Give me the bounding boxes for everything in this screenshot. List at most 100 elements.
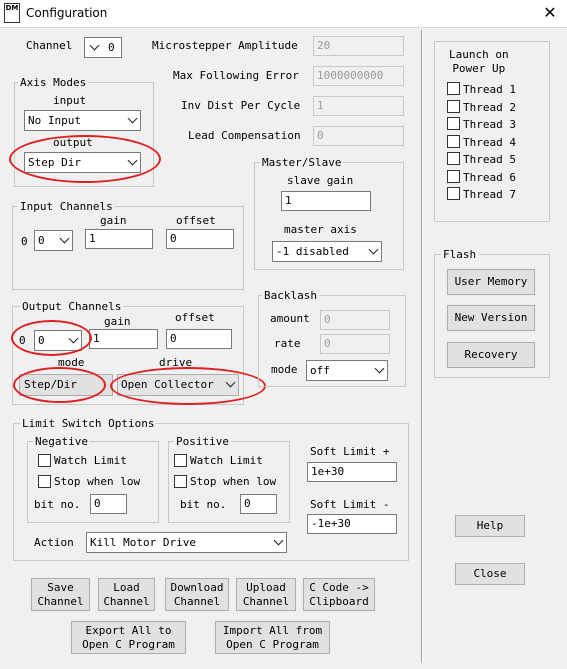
- new-version-button[interactable]: New Version: [447, 305, 535, 331]
- window-close-icon[interactable]: ✕: [536, 2, 564, 24]
- action-select[interactable]: Kill Motor Drive: [86, 532, 287, 553]
- master-slave-title: Master/Slave: [260, 156, 344, 169]
- download-channel-button[interactable]: Download Channel: [165, 578, 229, 611]
- output-gain-field[interactable]: 1: [89, 329, 158, 349]
- thread-7-checkbox[interactable]: [447, 187, 460, 200]
- user-memory-button[interactable]: User Memory: [447, 269, 535, 295]
- launch-on-power-up-title: Launch on Power Up: [447, 48, 511, 76]
- thread-1-checkbox[interactable]: [447, 82, 460, 95]
- positive-stop-when-low-label: Stop when low: [190, 475, 277, 488]
- backlash-amount-field[interactable]: 0: [320, 310, 390, 330]
- channel-value: 0: [108, 41, 115, 54]
- help-button[interactable]: Help: [455, 515, 525, 537]
- window-title: Configuration: [26, 6, 108, 20]
- positive-bit-no-label: bit no.: [180, 498, 227, 511]
- input-offset-field[interactable]: 0: [166, 229, 234, 249]
- c-code-clipboard-button[interactable]: C Code -> Clipboard: [303, 578, 375, 611]
- import-all-button[interactable]: Import All from Open C Program: [215, 621, 330, 654]
- negative-bit-no-field[interactable]: 0: [90, 494, 127, 514]
- output-offset-field[interactable]: 0: [166, 329, 232, 349]
- backlash-mode-label: mode: [271, 363, 298, 376]
- title-bar: DM Configuration ✕: [0, 0, 567, 28]
- lead-compensation-field[interactable]: 0: [313, 126, 404, 146]
- chevron-down-icon: [89, 40, 100, 51]
- soft-limit-minus-label: Soft Limit -: [310, 498, 390, 511]
- output-channel-select[interactable]: 0: [34, 330, 82, 351]
- output-row-label: 0: [19, 334, 26, 347]
- output-drive-select[interactable]: Open Collector: [117, 374, 239, 396]
- input-channels-title: Input Channels: [18, 200, 115, 213]
- negative-stop-when-low-checkbox[interactable]: [38, 475, 51, 488]
- thread-4-label: Thread 4: [463, 136, 516, 149]
- negative-bit-no-label: bit no.: [34, 498, 81, 511]
- chevron-down-icon: [225, 377, 236, 388]
- output-mode-button[interactable]: Step/Dir: [19, 374, 113, 396]
- backlash-mode-value: off: [310, 364, 330, 377]
- chevron-down-icon: [127, 155, 138, 166]
- thread-6-label: Thread 6: [463, 171, 516, 184]
- positive-stop-when-low-checkbox[interactable]: [174, 475, 187, 488]
- max-following-error-field[interactable]: 1000000000: [313, 66, 404, 86]
- backlash-title: Backlash: [262, 289, 319, 302]
- positive-bit-no-field[interactable]: 0: [240, 494, 277, 514]
- export-all-button[interactable]: Export All to Open C Program: [71, 621, 186, 654]
- channel-label: Channel: [26, 39, 73, 52]
- microstepper-amplitude-field[interactable]: 20: [313, 36, 404, 56]
- backlash-mode-select[interactable]: off: [306, 360, 388, 381]
- master-axis-label: master axis: [284, 223, 357, 236]
- slave-gain-label: slave gain: [287, 174, 354, 187]
- soft-limit-plus-label: Soft Limit +: [310, 445, 390, 458]
- master-axis-select[interactable]: -1 disabled: [272, 241, 382, 262]
- soft-limit-plus-field[interactable]: 1e+30: [307, 462, 397, 482]
- output-gain-label: gain: [104, 315, 131, 328]
- positive-watch-limit-checkbox[interactable]: [174, 454, 187, 467]
- axis-input-value: No Input: [28, 114, 81, 127]
- app-icon: DM: [4, 3, 20, 23]
- channel-select[interactable]: 0: [84, 37, 122, 58]
- close-button[interactable]: Close: [455, 563, 525, 585]
- thread-4-checkbox[interactable]: [447, 135, 460, 148]
- action-value: Kill Motor Drive: [90, 536, 196, 549]
- thread-3-label: Thread 3: [463, 118, 516, 131]
- backlash-rate-field[interactable]: 0: [320, 334, 390, 354]
- thread-3-checkbox[interactable]: [447, 117, 460, 130]
- upload-channel-button[interactable]: Upload Channel: [236, 578, 296, 611]
- positive-title: Positive: [174, 435, 231, 448]
- inv-dist-per-cycle-label: Inv Dist Per Cycle: [181, 99, 301, 112]
- negative-watch-limit-checkbox[interactable]: [38, 454, 51, 467]
- microstepper-amplitude-label: Microstepper Amplitude: [152, 39, 298, 52]
- input-gain-field[interactable]: 1: [85, 229, 153, 249]
- action-label: Action: [34, 536, 74, 549]
- lead-compensation-label: Lead Compensation: [188, 129, 301, 142]
- chevron-down-icon: [273, 535, 284, 546]
- inv-dist-per-cycle-field[interactable]: 1: [313, 96, 404, 116]
- save-channel-button[interactable]: Save Channel: [31, 578, 90, 611]
- chevron-down-icon: [68, 333, 79, 344]
- thread-5-checkbox[interactable]: [447, 152, 460, 165]
- input-gain-label: gain: [100, 214, 127, 227]
- soft-limit-minus-field[interactable]: -1e+30: [307, 514, 397, 534]
- thread-2-checkbox[interactable]: [447, 100, 460, 113]
- axis-modes-title: Axis Modes: [18, 76, 89, 89]
- negative-watch-limit-label: Watch Limit: [54, 454, 127, 467]
- load-channel-button[interactable]: Load Channel: [98, 578, 155, 611]
- thread-5-label: Thread 5: [463, 153, 516, 166]
- recovery-button[interactable]: Recovery: [447, 342, 535, 368]
- axis-output-select[interactable]: Step Dir: [24, 152, 141, 173]
- thread-7-label: Thread 7: [463, 188, 516, 201]
- chevron-down-icon: [59, 233, 70, 244]
- thread-6-checkbox[interactable]: [447, 170, 460, 183]
- backlash-amount-label: amount: [270, 312, 310, 325]
- negative-title: Negative: [33, 435, 90, 448]
- vertical-divider: [421, 30, 423, 663]
- axis-output-label: output: [53, 136, 93, 149]
- slave-gain-field[interactable]: 1: [281, 191, 371, 211]
- chevron-down-icon: [374, 363, 385, 374]
- output-drive-label: drive: [159, 356, 193, 369]
- chevron-down-icon: [127, 113, 138, 124]
- input-channel-value: 0: [38, 234, 45, 247]
- output-mode-label: mode: [58, 356, 85, 369]
- output-channel-value: 0: [38, 334, 45, 347]
- input-channel-select[interactable]: 0: [34, 230, 73, 251]
- axis-input-select[interactable]: No Input: [24, 110, 141, 131]
